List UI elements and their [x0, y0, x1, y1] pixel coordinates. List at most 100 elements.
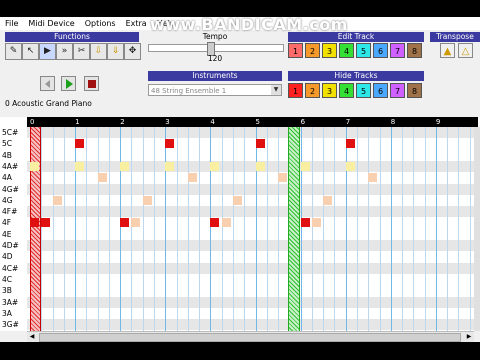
hide-track-button-3[interactable]: 3: [322, 83, 337, 98]
start-marker[interactable]: [30, 127, 41, 331]
instrument-select[interactable]: 48 String Ensemble 1 ▼: [148, 84, 282, 96]
sub-beat-line: [266, 127, 268, 331]
note-block[interactable]: [120, 218, 130, 228]
tempo-slider[interactable]: [148, 42, 284, 56]
sub-beat-line: [244, 127, 246, 331]
note-block[interactable]: [300, 218, 310, 228]
tempo-value: 120: [207, 54, 223, 63]
stop-button[interactable]: [84, 76, 99, 91]
app-window: File Midi Device Options Extra Help www.BAND…: [0, 0, 480, 360]
paste-down-icon[interactable]: ⇓: [107, 43, 124, 60]
paste-icon[interactable]: ⇩: [90, 43, 107, 60]
note-block[interactable]: [75, 139, 85, 149]
beat-line: [210, 127, 212, 331]
sub-beat-line: [154, 127, 156, 331]
scroll-left-icon[interactable]: ◀: [27, 332, 37, 341]
note-block[interactable]: [30, 218, 40, 228]
edit-track-button-2[interactable]: 2: [305, 43, 320, 58]
hide-track-button-4[interactable]: 4: [339, 83, 354, 98]
note-block[interactable]: [131, 218, 141, 228]
scissors-icon[interactable]: ✂: [73, 43, 90, 60]
note-row: [27, 307, 474, 320]
note-row: [27, 273, 474, 286]
note-block[interactable]: [232, 195, 242, 205]
menu-midi-device[interactable]: Midi Device: [23, 17, 79, 30]
note-block[interactable]: [210, 218, 220, 228]
note-row: [27, 251, 474, 263]
edit-track-button-6[interactable]: 6: [373, 43, 388, 58]
edit-track-button-1[interactable]: 1: [288, 43, 303, 58]
playback-cursor[interactable]: [288, 127, 300, 331]
note-block[interactable]: [210, 161, 220, 171]
note-block[interactable]: [255, 139, 265, 149]
edit-track-button-5[interactable]: 5: [356, 43, 371, 58]
note-block[interactable]: [97, 173, 107, 183]
transpose-down-icon[interactable]: △: [458, 43, 473, 58]
hide-track-button-2[interactable]: 2: [305, 83, 320, 98]
note-block[interactable]: [255, 161, 265, 171]
rewind-button[interactable]: [40, 76, 55, 91]
note-block[interactable]: [300, 161, 310, 171]
sub-beat-line: [52, 127, 54, 331]
hide-track-button-7[interactable]: 7: [390, 83, 405, 98]
edit-track-button-7[interactable]: 7: [390, 43, 405, 58]
menu-file[interactable]: File: [0, 17, 23, 30]
edit-track-button-3[interactable]: 3: [322, 43, 337, 58]
fast-forward-icon[interactable]: »: [56, 43, 73, 60]
beat-line: [165, 127, 167, 331]
sub-beat-line: [187, 127, 189, 331]
note-grid[interactable]: [27, 127, 474, 331]
note-block[interactable]: [52, 195, 62, 205]
edit-track-button-4[interactable]: 4: [339, 43, 354, 58]
chevron-down-icon: ▼: [271, 85, 281, 95]
note-block[interactable]: [165, 161, 175, 171]
horizontal-scroll-thumb[interactable]: [39, 333, 461, 342]
vertical-scrollbar[interactable]: [474, 127, 480, 331]
note-block[interactable]: [187, 173, 197, 183]
note-row: [27, 228, 474, 240]
menu-extra[interactable]: Extra: [121, 17, 152, 30]
sub-beat-line: [458, 127, 460, 331]
menu-options[interactable]: Options: [80, 17, 121, 30]
note-block[interactable]: [221, 218, 231, 228]
horizontal-scrollbar[interactable]: ◀ ▶: [27, 331, 474, 342]
instrument-select-value: 48 String Ensemble 1: [151, 87, 227, 95]
tempo-header: Tempo: [148, 32, 282, 42]
note-block[interactable]: [311, 218, 321, 228]
note-block[interactable]: [323, 195, 333, 205]
note-block[interactable]: [142, 195, 152, 205]
note-key-label: 5C#: [2, 128, 19, 137]
ruler-label: 5: [255, 118, 260, 126]
sub-beat-line: [311, 127, 313, 331]
sub-beat-line: [131, 127, 133, 331]
note-key-label: 4B: [2, 150, 12, 160]
play-button[interactable]: [61, 76, 76, 91]
select-icon[interactable]: ↖: [22, 43, 39, 60]
move-icon[interactable]: ✥: [124, 43, 141, 60]
note-row: [27, 296, 474, 308]
stop-icon: [88, 80, 96, 88]
note-block[interactable]: [165, 139, 175, 149]
note-block[interactable]: [120, 161, 130, 171]
note-key-label: 4C#: [2, 263, 19, 273]
note-block[interactable]: [30, 161, 40, 171]
sub-beat-line: [221, 127, 223, 331]
hide-track-button-5[interactable]: 5: [356, 83, 371, 98]
pencil-icon[interactable]: ✎: [5, 43, 22, 60]
note-block[interactable]: [368, 173, 378, 183]
transpose-up-icon[interactable]: ▲: [440, 43, 455, 58]
play-from-icon[interactable]: ▶: [39, 43, 56, 60]
note-block[interactable]: [278, 173, 288, 183]
hide-track-button-1[interactable]: 1: [288, 83, 303, 98]
edit-track-button-8[interactable]: 8: [407, 43, 422, 58]
play-icon: [66, 79, 73, 89]
sub-beat-line: [469, 127, 471, 331]
recording-bottom-bar: [0, 342, 480, 360]
note-block[interactable]: [41, 218, 51, 228]
note-block[interactable]: [345, 139, 355, 149]
hide-track-button-8[interactable]: 8: [407, 83, 422, 98]
hide-track-button-6[interactable]: 6: [373, 83, 388, 98]
note-block[interactable]: [345, 161, 355, 171]
note-block[interactable]: [75, 161, 85, 171]
scroll-right-icon[interactable]: ▶: [464, 332, 474, 341]
